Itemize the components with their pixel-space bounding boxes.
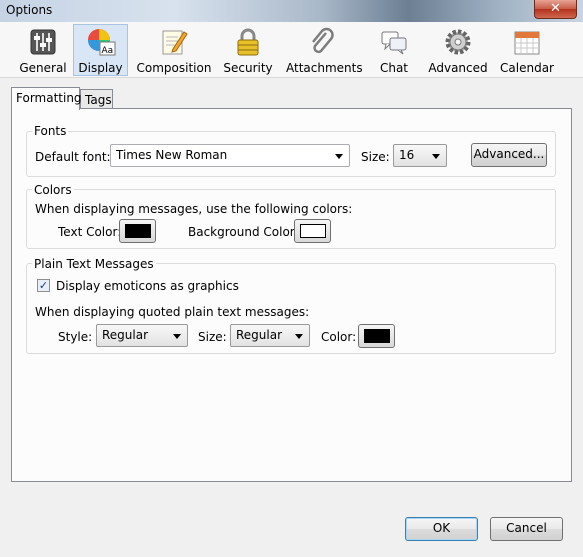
chevron-down-icon — [432, 154, 440, 159]
close-button[interactable]: ✕ — [534, 0, 577, 19]
toolbar-security[interactable]: Security — [221, 24, 275, 76]
default-font-select[interactable]: Times New Roman — [110, 144, 350, 167]
sliders-icon — [30, 29, 56, 55]
quoted-color-swatch — [364, 329, 390, 343]
cancel-button[interactable]: Cancel — [490, 517, 563, 541]
chevron-down-icon — [295, 334, 303, 339]
quoted-color-button[interactable] — [358, 324, 395, 348]
background-color-label: Background Color: — [188, 225, 299, 239]
emoticons-checkbox-label[interactable]: Display emoticons as graphics — [56, 279, 239, 293]
quoted-size-select[interactable]: Regular — [230, 324, 310, 347]
quoted-style-label: Style: — [58, 330, 93, 344]
colors-group — [26, 189, 556, 249]
toolbar-label: Chat — [379, 61, 409, 75]
toolbar-attachments[interactable]: Attachments — [285, 24, 363, 76]
advanced-fonts-button[interactable]: Advanced... — [471, 143, 547, 167]
tab-formatting[interactable]: Formatting — [11, 87, 82, 110]
quoted-size-value: Regular — [236, 328, 283, 342]
background-color-button[interactable] — [294, 219, 331, 243]
font-size-select[interactable]: 16 — [393, 144, 447, 167]
toolbar-display[interactable]: Aa Display — [73, 24, 128, 76]
window-title: Options — [6, 3, 53, 17]
toolbar-general[interactable]: General — [16, 24, 70, 76]
gear-icon — [445, 29, 471, 55]
calendar-icon — [514, 31, 540, 55]
category-toolbar: General Aa Display Composition Security … — [0, 22, 583, 78]
options-window: Options ✕ General Aa Display Composition… — [0, 0, 583, 557]
chevron-down-icon — [335, 154, 343, 159]
colors-group-title: Colors — [32, 183, 74, 197]
toolbar-label: Advanced — [428, 61, 488, 75]
svg-text:Aa: Aa — [101, 46, 113, 56]
tab-tags[interactable]: Tags — [80, 89, 113, 110]
pencil-paper-icon — [162, 30, 188, 55]
background-color-swatch — [300, 224, 326, 238]
quoted-style-select[interactable]: Regular — [96, 324, 188, 347]
toolbar-label: Security — [223, 61, 273, 75]
emoticons-checkbox[interactable]: ✓ — [37, 279, 50, 292]
plain-text-group-title: Plain Text Messages — [32, 257, 156, 271]
text-color-swatch — [125, 224, 151, 238]
ok-button[interactable]: OK — [405, 517, 478, 541]
default-font-label: Default font: — [35, 150, 111, 164]
default-font-value: Times New Roman — [116, 148, 228, 162]
toolbar-composition[interactable]: Composition — [134, 24, 214, 76]
fonts-group-title: Fonts — [32, 124, 69, 138]
toolbar-label: General — [19, 61, 67, 75]
font-size-value: 16 — [399, 148, 415, 162]
chat-bubbles-icon — [381, 31, 407, 55]
toolbar-advanced[interactable]: Advanced — [427, 24, 489, 76]
quoted-style-value: Regular — [102, 328, 149, 342]
quoted-size-label: Size: — [198, 330, 227, 344]
colors-description: When displaying messages, use the follow… — [35, 202, 353, 216]
formatting-panel: Fonts Default font: Times New Roman Size… — [11, 108, 572, 482]
toolbar-label: Calendar — [500, 61, 554, 75]
toolbar-calendar[interactable]: Calendar — [498, 24, 556, 76]
color-wheel-icon: Aa — [87, 29, 115, 56]
quoted-description: When displaying quoted plain text messag… — [35, 305, 310, 319]
chevron-down-icon — [173, 334, 181, 339]
font-size-label: Size: — [361, 150, 390, 164]
padlock-icon — [237, 28, 259, 56]
title-bar[interactable]: Options ✕ — [0, 0, 583, 22]
toolbar-label: Attachments — [286, 61, 363, 75]
toolbar-label: Display — [78, 61, 123, 75]
text-color-label: Text Color: — [58, 225, 122, 239]
toolbar-chat[interactable]: Chat — [372, 24, 416, 76]
quoted-color-label: Color: — [321, 330, 357, 344]
paperclip-icon — [312, 27, 334, 54]
text-color-button[interactable] — [119, 219, 156, 243]
toolbar-label: Composition — [136, 61, 212, 75]
